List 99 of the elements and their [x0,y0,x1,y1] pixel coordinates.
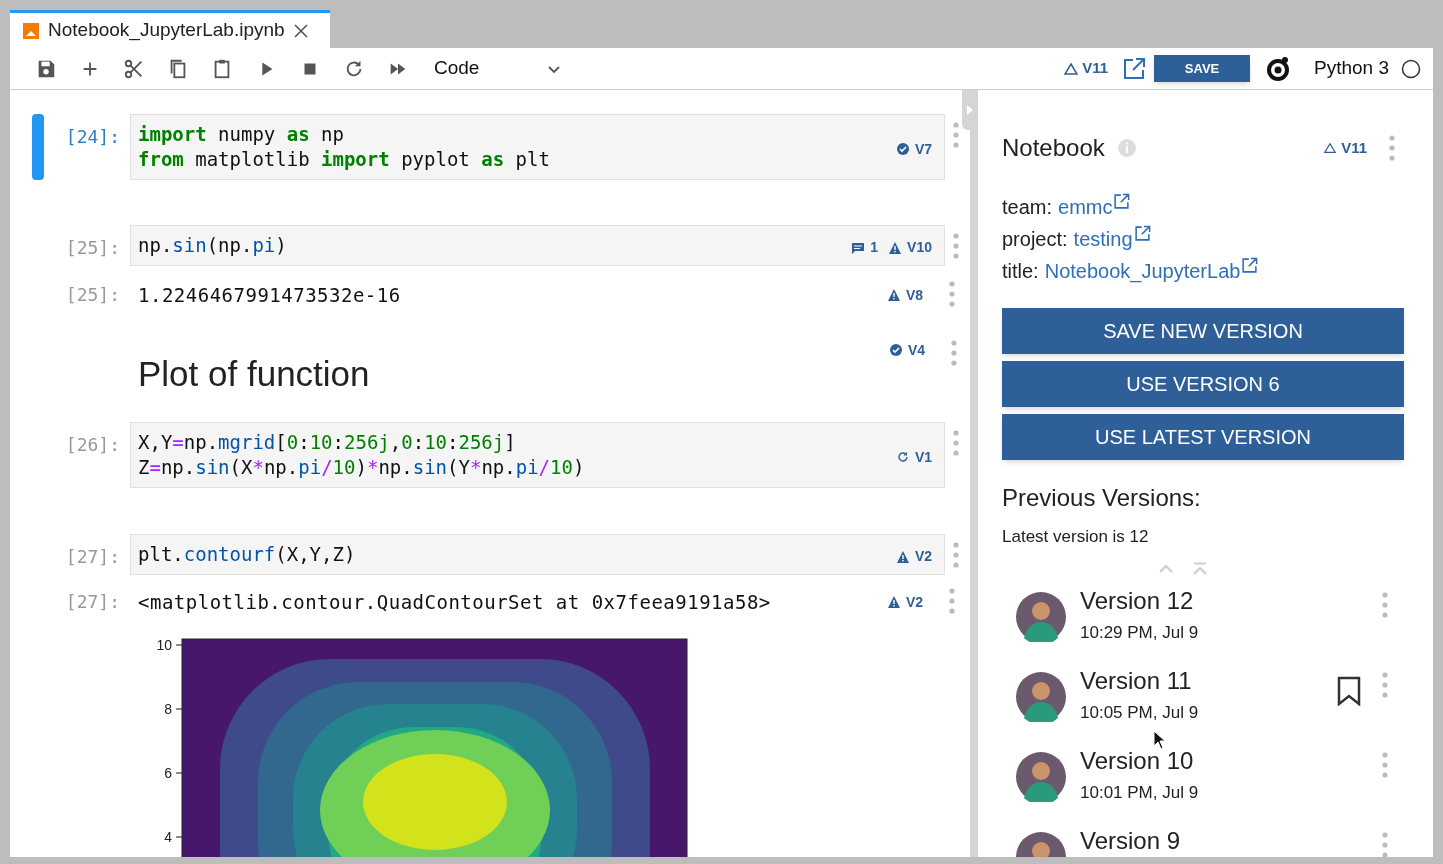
meta-link[interactable]: emmc [1058,194,1113,220]
external-link-icon[interactable] [1113,193,1131,210]
triangle-icon [1324,142,1337,154]
meta-link[interactable]: Notebook_JupyterLab [1044,258,1241,284]
cell-prompt: [24]: [64,125,121,149]
version-item[interactable]: Version 10 10:01 PM, Jul 9 [1002,745,1411,810]
tick-label: 10 [156,636,172,653]
version-title: Version 11 [1080,665,1193,696]
avatar-icon [1016,591,1066,642]
more-icon[interactable] [949,281,955,307]
version-label: V1 [914,447,932,467]
tick-label: 4 [164,828,172,845]
version-label: V10 [907,238,932,257]
version-time: 10:01 PM, Jul 9 [1080,781,1199,804]
more-icon[interactable] [1382,751,1388,778]
comment-count: 1 [870,238,879,257]
sync-icon [895,450,910,464]
version-title: Version 12 [1080,585,1195,616]
tick-label: 6 [164,764,172,781]
close-icon[interactable] [292,22,309,39]
meta-label: team: [1002,195,1053,220]
version-label: V8 [905,285,923,305]
warning-icon [886,288,901,303]
version-title: Version 10 [1080,745,1195,776]
cell-type-dropdown[interactable]: Code [434,52,566,85]
first-page-icon[interactable] [1191,561,1208,576]
comment-icon [851,240,866,255]
cell-prompt: [26]: [64,433,121,457]
action-button[interactable]: USE LATEST VERSION [1002,414,1404,460]
cell-prompt: [27]: [64,545,121,569]
version-item[interactable]: Version 9 [1002,825,1411,857]
code-cell-input[interactable]: np.sin(np.pi) 1 V10 [130,225,945,266]
code-cell-input[interactable]: plt.contourf(X,Y,Z) V2 [130,534,945,575]
kernel-logo-icon [1264,54,1292,83]
version-label: V7 [914,139,932,159]
version-label: V11 [1341,137,1367,158]
save-button[interactable]: SAVE [1154,55,1250,82]
warning-icon [886,595,901,610]
info-icon[interactable] [1116,138,1137,158]
markdown-heading: Plot of function [138,352,370,395]
section-title: Previous Versions: [1002,483,1202,513]
latest-version-note: Latest version is 12 [1002,526,1150,548]
external-link-icon[interactable] [1133,225,1151,242]
version-time: 10:05 PM, Jul 9 [1080,701,1199,724]
notebook-tab[interactable]: Notebook_JupyterLab.ipynb [10,10,330,48]
output-text: <matplotlib.contour.QuadContourSet at 0x7feea9191a58> [138,590,771,615]
cell-prompt: [27]: [64,590,121,614]
code-line: np.sin(np.pi) [138,233,287,258]
version-label: V2 [905,592,923,612]
version-title: Version 9 [1080,825,1181,856]
version-time: 10:29 PM, Jul 9 [1080,621,1199,644]
code-cell-input[interactable]: X,Y=np.mgrid[0:10:256j,0:10:256j] Z=np.sin(X*np.pi/10)*np.sin(Y*np.pi/10) V1 [130,422,945,488]
more-icon[interactable] [1382,831,1388,857]
warning-icon [895,549,910,564]
tab-title: Notebook_JupyterLab.ipynb [48,18,285,43]
code-line: from matplotlib import pyplot as plt [138,147,550,172]
check-circle-icon [888,343,903,357]
notebook-icon [22,21,40,40]
check-circle-icon [895,142,910,156]
action-button[interactable]: USE VERSION 6 [1002,361,1404,407]
more-icon[interactable] [949,588,955,614]
bookmark-icon[interactable] [1336,675,1362,706]
meta-label: project: [1002,227,1068,252]
triangle-icon [1064,61,1079,76]
more-icon[interactable] [953,122,959,148]
avatar-icon [1016,751,1066,802]
kernel-name: Python 3 [1314,56,1389,81]
code-line: plt.contourf(X,Y,Z) [138,542,356,567]
external-link-icon[interactable] [1241,257,1259,274]
cell-prompt: [25]: [64,236,121,260]
code-line: import numpy as np [138,122,345,147]
code-line: Z=np.sin(X*np.pi/10)*np.sin(Y*np.pi/10) [138,455,585,480]
mouse-pointer-icon [1153,730,1167,750]
tick-label: 8 [164,700,172,717]
caret-right-icon [966,104,974,116]
output-text: 1.2246467991473532e-16 [138,283,401,308]
warning-icon [888,240,903,255]
panel-title: Notebook [1002,133,1105,163]
more-icon[interactable] [953,430,959,456]
meta-label: title: [1002,259,1039,284]
external-link-icon[interactable] [1122,56,1146,81]
cell-prompt: [25]: [64,283,121,307]
more-icon[interactable] [951,339,957,366]
version-label: V4 [907,340,925,360]
version-label: V2 [914,547,932,566]
version-item[interactable]: Version 12 10:29 PM, Jul 9 [1002,585,1411,650]
version-label: V11 [1082,58,1108,79]
version-item[interactable]: Version 11 10:05 PM, Jul 9 [1002,665,1411,730]
more-icon[interactable] [1382,671,1388,698]
action-button[interactable]: SAVE NEW VERSION [1002,308,1404,354]
avatar-icon [1016,671,1066,722]
more-icon[interactable] [953,542,959,568]
more-icon[interactable] [953,233,959,259]
more-icon[interactable] [1389,135,1395,161]
meta-link[interactable]: testing [1073,226,1133,252]
code-cell-input[interactable]: import numpy as np from matplotlib import pyplot as plt V7 [130,114,945,180]
more-icon[interactable] [1382,591,1388,618]
kernel-status-icon [1401,58,1421,79]
code-line: X,Y=np.mgrid[0:10:256j,0:10:256j] [138,430,517,455]
